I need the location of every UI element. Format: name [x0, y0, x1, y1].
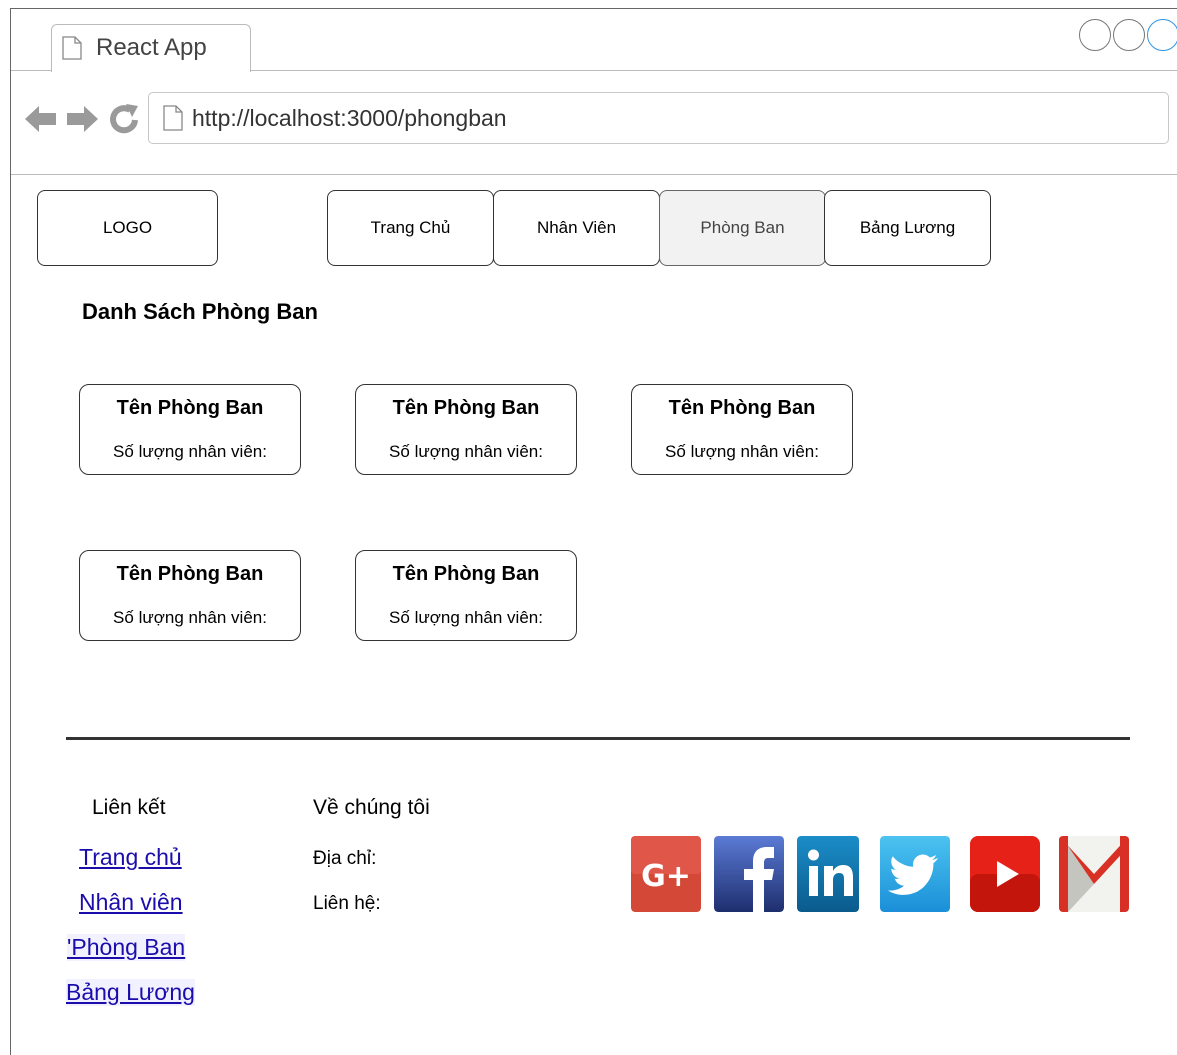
- nav-item-nhan-vien[interactable]: Nhân Viên: [493, 190, 660, 266]
- employee-count-label: Số lượng nhân viên:: [665, 442, 819, 461]
- nav-item-trang-chu[interactable]: Trang Chủ: [327, 190, 494, 266]
- toolbar-divider: [11, 174, 1177, 175]
- url-text: http://localhost:3000/phongban: [192, 105, 507, 131]
- browser-tab[interactable]: React App: [51, 24, 251, 72]
- footer-link-phong-ban[interactable]: 'Phòng Ban: [67, 934, 186, 961]
- employee-count-label: Số lượng nhân viên:: [389, 442, 543, 461]
- linkedin-icon[interactable]: [797, 836, 867, 912]
- employee-count-label: Số lượng nhân viên:: [113, 608, 267, 627]
- browser-window: React App http://localhost:3000/phongban…: [10, 8, 1177, 1055]
- youtube-icon[interactable]: [970, 836, 1040, 912]
- page-icon: [163, 105, 183, 131]
- contact-label: Liên hệ:: [313, 893, 381, 914]
- facebook-icon[interactable]: [714, 836, 784, 912]
- address-bar[interactable]: http://localhost:3000/phongban: [148, 92, 1169, 144]
- nav-item-phong-ban[interactable]: Phòng Ban: [659, 190, 826, 266]
- reload-icon[interactable]: [108, 103, 140, 135]
- twitter-icon[interactable]: [880, 836, 950, 912]
- address-label: Địa chỉ:: [313, 848, 377, 869]
- tab-title: React App: [96, 34, 207, 61]
- department-card[interactable]: Tên Phòng Ban Số lượng nhân viên:: [355, 550, 577, 641]
- footer-link-nhan-vien[interactable]: Nhân viên: [79, 889, 183, 916]
- department-card[interactable]: Tên Phòng Ban Số lượng nhân viên:: [631, 384, 853, 475]
- department-card[interactable]: Tên Phòng Ban Số lượng nhân viên:: [355, 384, 577, 475]
- links-heading: Liên kết: [92, 796, 166, 819]
- department-name: Tên Phòng Ban: [116, 397, 264, 419]
- footer-divider: [66, 737, 1130, 740]
- department-card[interactable]: Tên Phòng Ban Số lượng nhân viên:: [79, 550, 301, 641]
- footer-link-trang-chu[interactable]: Trang chủ: [79, 844, 182, 871]
- employee-count-label: Số lượng nhân viên:: [389, 608, 543, 627]
- gmail-icon[interactable]: [1059, 836, 1129, 912]
- google-plus-icon[interactable]: G+: [631, 836, 701, 912]
- employee-count-label: Số lượng nhân viên:: [113, 442, 267, 461]
- department-name: Tên Phòng Ban: [392, 563, 540, 585]
- logo[interactable]: LOGO: [37, 190, 218, 266]
- department-name: Tên Phòng Ban: [668, 397, 816, 419]
- close-button[interactable]: [1147, 19, 1177, 51]
- page-icon: [62, 36, 82, 60]
- page-title: Danh Sách Phòng Ban: [82, 299, 318, 324]
- maximize-button[interactable]: [1113, 19, 1145, 51]
- department-card[interactable]: Tên Phòng Ban Số lượng nhân viên:: [79, 384, 301, 475]
- back-arrow-icon[interactable]: [25, 105, 57, 133]
- minimize-button[interactable]: [1079, 19, 1111, 51]
- department-name: Tên Phòng Ban: [116, 563, 264, 585]
- about-heading: Về chúng tôi: [313, 796, 430, 819]
- department-name: Tên Phòng Ban: [392, 397, 540, 419]
- footer-link-bang-luong[interactable]: Bảng Lương: [66, 979, 195, 1006]
- forward-arrow-icon[interactable]: [66, 105, 98, 133]
- svg-text:G+: G+: [641, 859, 691, 894]
- nav-item-bang-luong[interactable]: Bảng Lương: [824, 190, 991, 266]
